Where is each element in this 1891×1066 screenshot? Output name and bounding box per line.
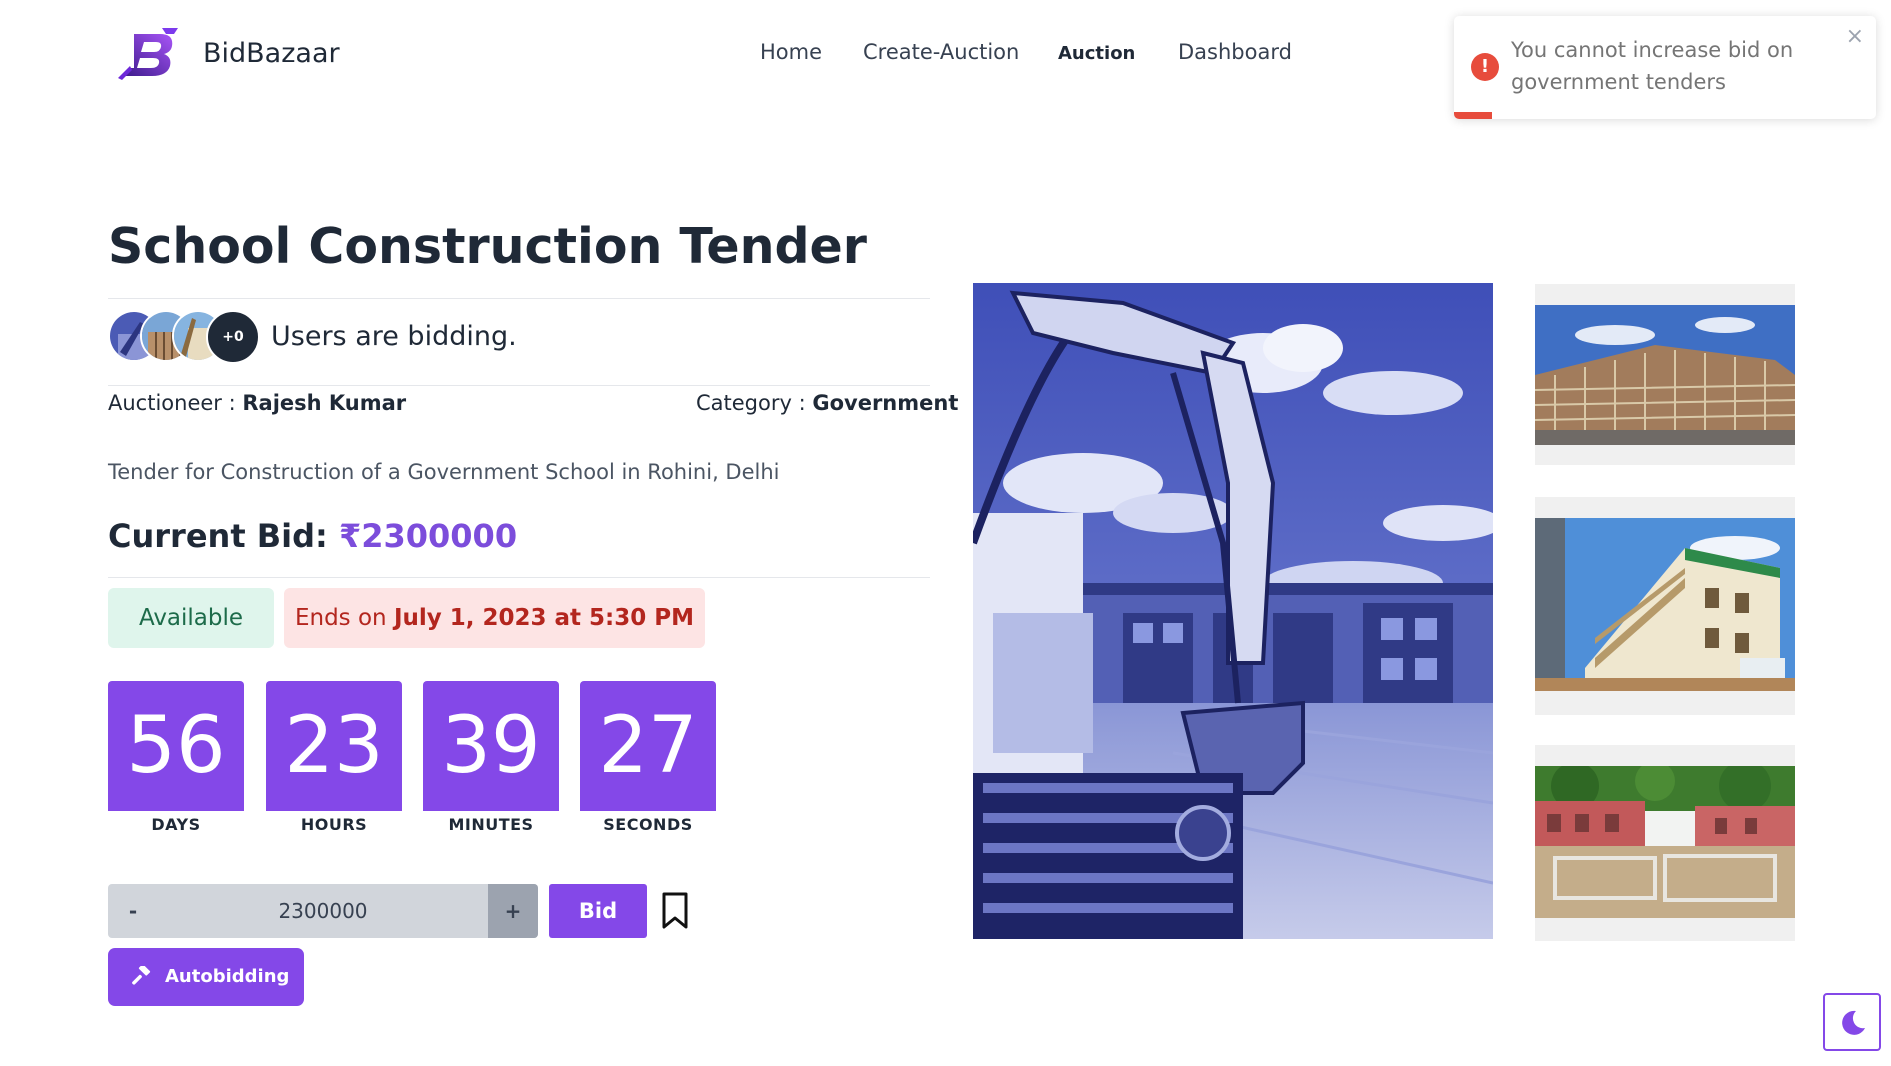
nav-dashboard[interactable]: Dashboard bbox=[1178, 40, 1292, 64]
divider bbox=[108, 577, 930, 578]
logo-icon[interactable] bbox=[116, 26, 182, 80]
main-auction-image[interactable] bbox=[973, 283, 1493, 939]
thumbnail-1[interactable] bbox=[1535, 284, 1795, 465]
auction-description: Tender for Construction of a Government … bbox=[108, 460, 780, 484]
countdown-days: 56 bbox=[108, 681, 244, 811]
error-icon: ! bbox=[1471, 53, 1499, 81]
increase-bid-button[interactable]: + bbox=[488, 884, 538, 938]
current-bid-label: Current Bid: bbox=[108, 517, 339, 555]
auctioneer-label: Auctioneer : bbox=[108, 391, 243, 415]
bid-amount-stepper: - + bbox=[108, 884, 538, 938]
bookmark-icon[interactable] bbox=[660, 892, 690, 930]
close-icon[interactable]: × bbox=[1846, 24, 1864, 49]
bid-amount-input[interactable] bbox=[158, 884, 488, 938]
dark-mode-toggle[interactable] bbox=[1823, 993, 1881, 1051]
error-toast[interactable]: ! You cannot increase bid on government … bbox=[1454, 16, 1876, 119]
bidders-text: Users are bidding. bbox=[271, 321, 517, 352]
autobidding-label: Autobidding bbox=[165, 966, 290, 987]
avatar-more-count: +0 bbox=[206, 310, 260, 364]
auctioneer-info: Auctioneer : Rajesh Kumar bbox=[108, 391, 406, 415]
divider bbox=[108, 385, 930, 386]
countdown-seconds-label: SECONDS bbox=[603, 815, 693, 834]
countdown-hours-label: HOURS bbox=[300, 815, 368, 834]
current-bid-value: ₹2300000 bbox=[338, 517, 518, 555]
moon-icon bbox=[1842, 1010, 1865, 1035]
toast-progress-bar bbox=[1454, 112, 1492, 119]
toast-message: You cannot increase bid on government te… bbox=[1511, 38, 1794, 94]
status-badge: Available bbox=[108, 588, 274, 648]
nav-auction[interactable]: Auction bbox=[1058, 43, 1135, 64]
nav-home[interactable]: Home bbox=[760, 40, 822, 64]
countdown-minutes-label: MINUTES bbox=[448, 815, 534, 834]
countdown-hours: 23 bbox=[266, 681, 402, 811]
countdown-days-label: DAYS bbox=[151, 815, 201, 834]
ends-on-date: July 1, 2023 at 5:30 PM bbox=[393, 605, 695, 631]
current-bid: Current Bid: ₹2300000 bbox=[108, 517, 517, 555]
brand-name[interactable]: BidBazaar bbox=[203, 38, 340, 69]
ends-prefix: Ends on bbox=[294, 605, 394, 631]
bid-button[interactable]: Bid bbox=[549, 884, 647, 938]
decrease-bid-button[interactable]: - bbox=[108, 884, 158, 938]
nav-create-auction[interactable]: Create-Auction bbox=[863, 40, 1019, 64]
countdown-seconds: 27 bbox=[580, 681, 716, 811]
autobidding-button[interactable]: Autobidding bbox=[108, 948, 304, 1006]
category-info: Category : Government bbox=[696, 391, 958, 415]
divider bbox=[108, 298, 930, 299]
thumbnail-2[interactable] bbox=[1535, 497, 1795, 715]
category-label: Category : bbox=[696, 391, 813, 415]
thumbnail-3[interactable] bbox=[1535, 745, 1795, 941]
gavel-icon bbox=[132, 966, 151, 985]
auctioneer-name: Rajesh Kumar bbox=[242, 391, 407, 415]
ends-on-badge: Ends on July 1, 2023 at 5:30 PM bbox=[284, 588, 705, 648]
countdown-minutes: 39 bbox=[423, 681, 559, 811]
auction-title: School Construction Tender bbox=[108, 218, 867, 275]
category-name: Government bbox=[812, 391, 959, 415]
